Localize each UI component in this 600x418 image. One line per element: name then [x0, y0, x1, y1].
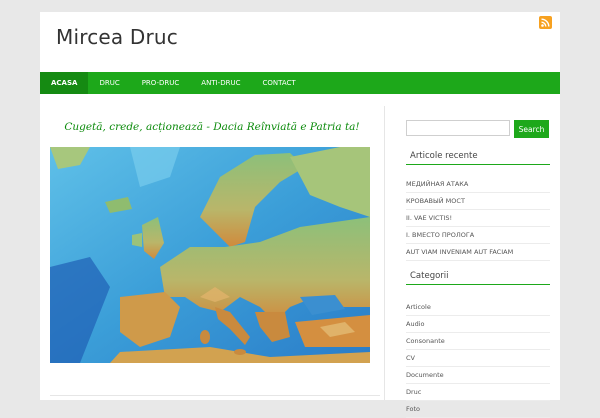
list-item[interactable]: Druc — [406, 384, 550, 401]
nav-item-anti-druc[interactable]: ANTI-DRUC — [190, 72, 251, 94]
recent-articles-list: МЕДИЙНАЯ АТАКА КРОВАВЫЙ МОСТ II. VAE VIC… — [406, 176, 550, 261]
content-divider — [50, 395, 380, 396]
search-input[interactable] — [406, 120, 510, 136]
search-button[interactable]: Search — [514, 120, 549, 138]
list-item[interactable]: Audio — [406, 316, 550, 333]
list-item[interactable]: Articole — [406, 299, 550, 316]
categories-list: Articole Audio Consonante CV Documente D… — [406, 299, 550, 418]
list-item[interactable]: КРОВАВЫЙ МОСТ — [406, 193, 550, 210]
list-item[interactable]: МЕДИЙНАЯ АТАКА — [406, 176, 550, 193]
nav-item-druc[interactable]: DRUC — [88, 72, 130, 94]
page-container: Mircea Druc ACASA DRUC PRO-DRUC ANTI-DRU… — [40, 12, 560, 418]
list-item[interactable]: II. VAE VICTIS! — [406, 210, 550, 227]
nav-item-pro-druc[interactable]: PRO-DRUC — [131, 72, 191, 94]
site-title[interactable]: Mircea Druc — [56, 25, 178, 49]
list-item[interactable]: I. ВМЕСТО ПРОЛОГА — [406, 227, 550, 244]
recent-articles-title: Articole recente — [406, 151, 550, 165]
tagline: Cugetă, crede, acționează - Dacia Reînvi… — [64, 121, 360, 133]
list-item[interactable]: Documente — [406, 367, 550, 384]
categories-title: Categorii — [406, 271, 550, 285]
main-nav: ACASA DRUC PRO-DRUC ANTI-DRUC CONTACT — [40, 72, 560, 94]
nav-item-contact[interactable]: CONTACT — [251, 72, 306, 94]
nav-item-acasa[interactable]: ACASA — [40, 72, 89, 94]
list-item[interactable]: AUT VIAM INVENIAM AUT FACIAM — [406, 244, 550, 261]
list-item[interactable]: Consonante — [406, 333, 550, 350]
rss-icon[interactable] — [539, 16, 552, 29]
list-item[interactable]: CV — [406, 350, 550, 367]
main-content: Cugetă, crede, acționează - Dacia Reînvi… — [40, 106, 385, 400]
europe-relief-map — [50, 147, 370, 363]
list-item[interactable]: Foto — [406, 401, 550, 418]
